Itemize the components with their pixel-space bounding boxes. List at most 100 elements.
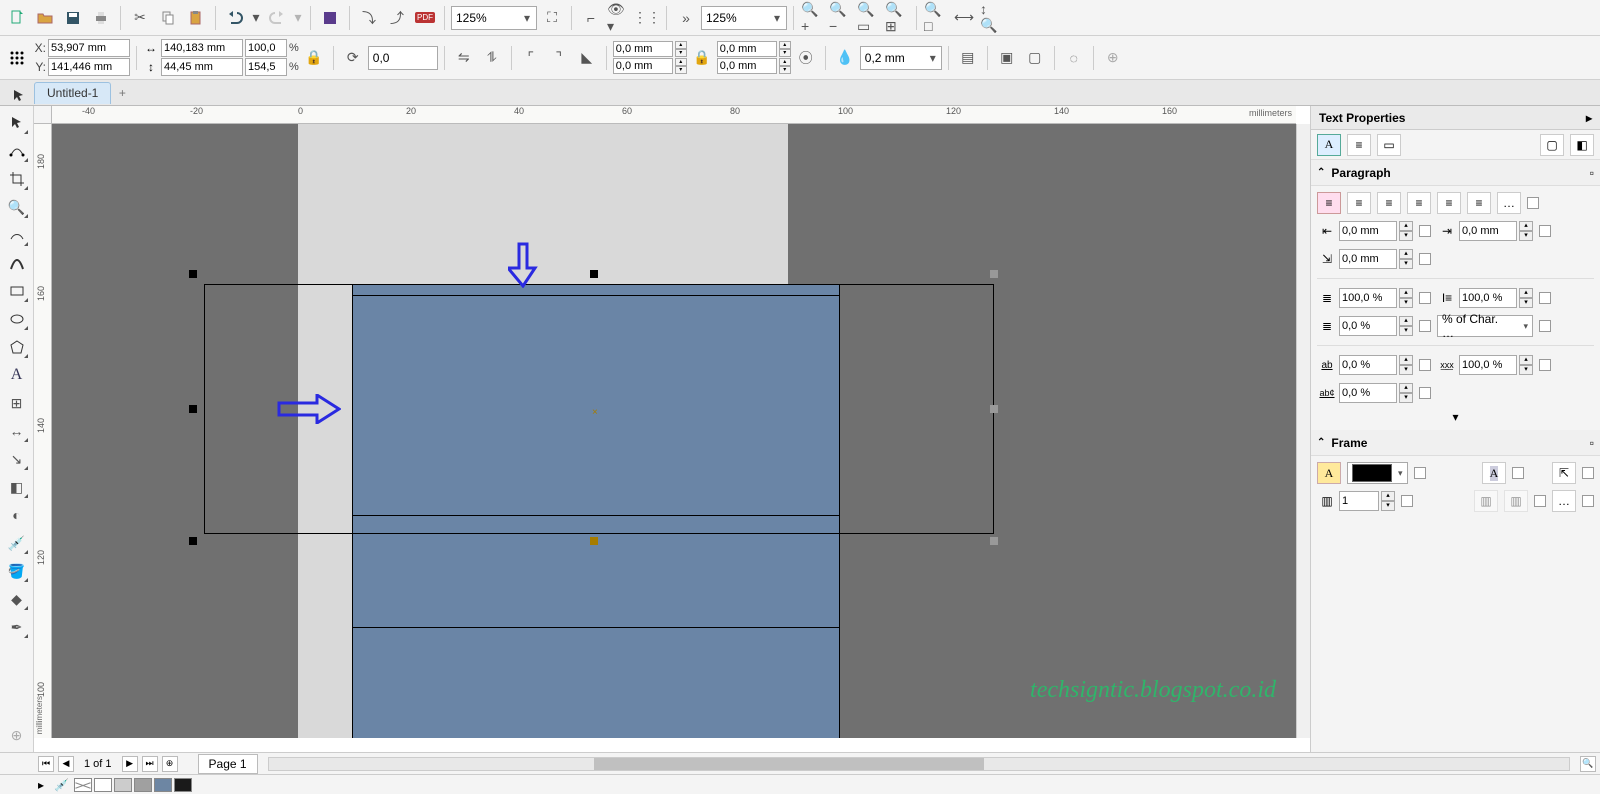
crop-tool-icon[interactable] xyxy=(4,166,30,192)
import-icon[interactable]: ⤵ xyxy=(356,5,382,31)
artistic-media-icon[interactable] xyxy=(4,250,30,276)
zoom-selection-icon[interactable]: 🔍▭ xyxy=(856,5,882,31)
corner-br-input[interactable] xyxy=(717,58,777,74)
object-props-icon[interactable]: ◧ xyxy=(1570,134,1594,156)
prev-page-button[interactable]: ◀ xyxy=(58,756,74,772)
transparency-icon[interactable]: ◐ xyxy=(4,502,30,528)
word-spacing-input[interactable] xyxy=(1459,288,1517,308)
outline-width[interactable]: ▾ xyxy=(860,46,942,70)
no-color-swatch[interactable] xyxy=(74,778,92,792)
align-force-icon[interactable]: ≡ xyxy=(1467,192,1491,214)
next-page-button[interactable]: ▶ xyxy=(122,756,138,772)
ruler-vertical[interactable]: millimeters 180160140120100 xyxy=(34,124,52,738)
chevron-down-icon[interactable]: ▾ xyxy=(1398,468,1403,479)
frame-mode-icon[interactable]: ▭ xyxy=(1377,134,1401,156)
palette-eyedropper-icon[interactable]: 💉 xyxy=(54,778,72,792)
selection-handle[interactable] xyxy=(990,537,998,545)
spacing-lock-checkbox[interactable] xyxy=(1419,292,1431,304)
dimension-tool-icon[interactable]: ↔ xyxy=(4,418,30,444)
collapse-icon[interactable]: ⌃ xyxy=(1317,437,1325,448)
spacing-lock-checkbox[interactable] xyxy=(1539,359,1551,371)
open-icon[interactable] xyxy=(32,5,58,31)
columns-more-icon[interactable]: … xyxy=(1552,490,1576,512)
indent-lock-checkbox[interactable] xyxy=(1419,225,1431,237)
outline-width-input[interactable] xyxy=(865,48,923,68)
selection-handle[interactable] xyxy=(189,270,197,278)
collapse-icon[interactable]: ⌃ xyxy=(1317,167,1325,178)
snap-to-icon[interactable]: ⌐ xyxy=(578,5,604,31)
zoom-height-icon[interactable]: ↕🔍 xyxy=(979,5,1005,31)
zoom-level-2[interactable]: ▾ xyxy=(701,6,787,30)
polygon-tool-icon[interactable] xyxy=(4,334,30,360)
options-icon[interactable]: ▢ xyxy=(1540,134,1564,156)
to-front-icon[interactable]: ▣ xyxy=(994,45,1020,71)
frame-link-icon[interactable]: ⇱ xyxy=(1552,462,1576,484)
first-line-indent-input[interactable] xyxy=(1339,249,1397,269)
horizontal-scrollbar[interactable] xyxy=(268,757,1570,771)
chevron-down-icon[interactable]: ▾ xyxy=(927,51,939,65)
pick-tool-icon[interactable] xyxy=(4,110,30,136)
frame-lock-checkbox[interactable] xyxy=(1582,467,1594,479)
mirror-v-icon[interactable]: ⥮ xyxy=(479,45,505,71)
selection-handle[interactable] xyxy=(189,405,197,413)
corner-lock-icon[interactable]: 🔒 xyxy=(689,45,715,71)
pick-tool-icon[interactable] xyxy=(6,83,32,109)
frame-bg-icon[interactable]: A xyxy=(1317,462,1341,484)
interactive-fill-icon[interactable]: 🪣 xyxy=(4,558,30,584)
columns-lock-checkbox[interactable] xyxy=(1534,495,1546,507)
viewport[interactable]: × techsigntic.blogspot.co.id xyxy=(52,124,1296,738)
selection-handle[interactable] xyxy=(590,270,598,278)
columns-input[interactable] xyxy=(1339,491,1379,511)
new-icon[interactable] xyxy=(4,5,30,31)
char-height-combo[interactable]: % of Char. …▾ xyxy=(1437,315,1533,337)
freehand-tool-icon[interactable] xyxy=(4,222,30,248)
color-swatch[interactable] xyxy=(174,778,192,792)
y-input[interactable] xyxy=(48,58,130,76)
columns-lock-checkbox[interactable] xyxy=(1582,495,1594,507)
smart-fill-icon[interactable]: ◆ xyxy=(4,586,30,612)
vertical-scrollbar[interactable] xyxy=(1296,124,1310,738)
lang-spacing-input[interactable] xyxy=(1339,316,1397,336)
mirror-h-icon[interactable]: ⇋ xyxy=(451,45,477,71)
zoom-in-icon[interactable]: 🔍+ xyxy=(800,5,826,31)
chevron-down-icon[interactable]: ▾ xyxy=(1523,321,1528,332)
wrap-text-icon[interactable]: ▤ xyxy=(955,45,981,71)
color-swatch[interactable] xyxy=(114,778,132,792)
paragraph-mode-icon[interactable]: ≡ xyxy=(1347,134,1371,156)
add-tab-button[interactable]: + xyxy=(111,86,133,100)
options-icon[interactable]: ⋮⋮ xyxy=(634,5,660,31)
character-mode-icon[interactable]: A xyxy=(1317,134,1341,156)
outline-tool-icon[interactable]: ✒ xyxy=(4,614,30,640)
drop-shadow-icon[interactable]: ◧ xyxy=(4,474,30,500)
frame-lock-checkbox[interactable] xyxy=(1512,467,1524,479)
combo-lock-checkbox[interactable] xyxy=(1539,320,1551,332)
docker-expand-icon[interactable]: ▸ xyxy=(1586,111,1592,125)
palette-flyout-icon[interactable]: ▸ xyxy=(38,778,52,792)
selection-handle[interactable] xyxy=(590,537,598,545)
chevron-down-icon[interactable]: ▾ xyxy=(770,11,784,25)
undo-dropdown-icon[interactable]: ▾ xyxy=(250,5,262,31)
ab-spacing-input[interactable] xyxy=(1339,355,1397,375)
spacing-lock-checkbox[interactable] xyxy=(1419,320,1431,332)
selection-handle[interactable] xyxy=(189,537,197,545)
width-input[interactable] xyxy=(161,39,243,57)
export-icon[interactable]: ⤴ xyxy=(384,5,410,31)
x-input[interactable] xyxy=(48,39,130,57)
zoom-tool-shortcut-icon[interactable]: 🔍 xyxy=(1580,756,1596,772)
chevron-down-icon[interactable]: ▾ xyxy=(520,11,534,25)
frame-valign-icon[interactable]: A xyxy=(1482,462,1506,484)
ruler-horizontal[interactable]: millimeters -40-20020406080100120140160 xyxy=(52,106,1296,124)
zoom-width-icon[interactable]: ⟷ xyxy=(951,5,977,31)
to-back-icon[interactable]: ▢ xyxy=(1022,45,1048,71)
rotation-input[interactable] xyxy=(373,48,423,68)
spacing-lock-checkbox[interactable] xyxy=(1539,292,1551,304)
shape-tool-icon[interactable] xyxy=(4,138,30,164)
columns-lock-checkbox[interactable] xyxy=(1401,495,1413,507)
zoom-out-icon[interactable]: 🔍− xyxy=(828,5,854,31)
align-right-icon[interactable]: ≡ xyxy=(1407,192,1431,214)
spacing-lock-checkbox[interactable] xyxy=(1419,387,1431,399)
redo-icon[interactable] xyxy=(264,5,290,31)
height-input[interactable] xyxy=(161,58,243,76)
align-left-icon[interactable]: ≡ xyxy=(1347,192,1371,214)
drawing-page[interactable]: × techsigntic.blogspot.co.id xyxy=(52,124,1296,738)
